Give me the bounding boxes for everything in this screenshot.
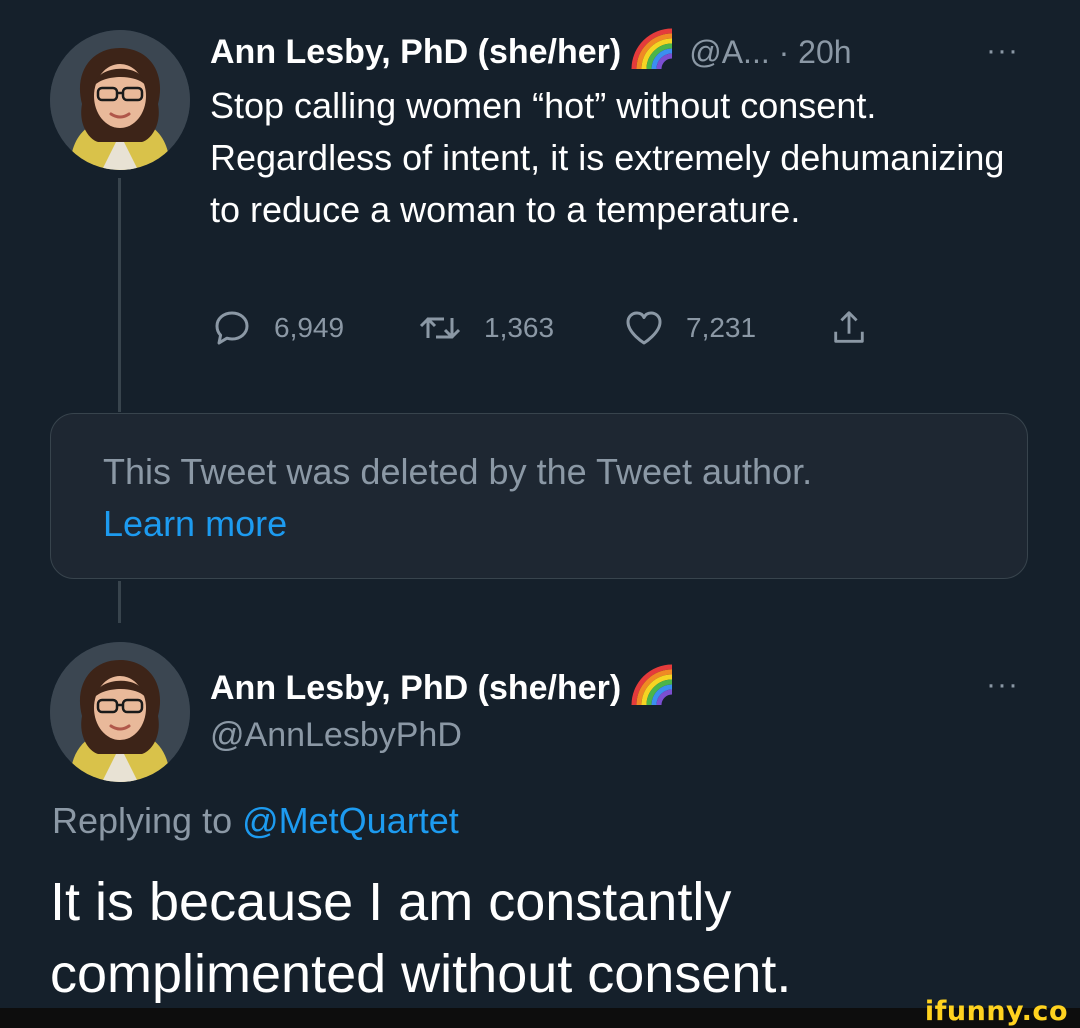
learn-more-link[interactable]: Learn more	[103, 498, 287, 550]
like-button[interactable]: 7,231	[624, 308, 830, 348]
avatar[interactable]	[50, 30, 190, 170]
deleted-notice-text: This Tweet was deleted by the Tweet auth…	[103, 451, 813, 492]
tweet-actions: 6,949 1,363 7,231	[212, 306, 890, 350]
replying-to-label: Replying to	[52, 800, 233, 841]
reply-button[interactable]: 6,949	[212, 308, 418, 348]
watermark-bar: ifunny.co	[0, 996, 1080, 1028]
thread-line-middle	[118, 581, 121, 623]
thread-line-top	[118, 178, 121, 412]
more-options-icon[interactable]: ···	[986, 668, 1019, 702]
tweet-header: Ann Lesby, PhD (she/her) @A... · 20h	[210, 28, 852, 76]
deleted-tweet-notice: This Tweet was deleted by the Tweet auth…	[50, 413, 1028, 579]
heart-icon	[626, 311, 662, 345]
replying-to-mention[interactable]: @MetQuartet	[242, 800, 459, 841]
share-icon	[834, 311, 864, 343]
tweet-header: Ann Lesby, PhD (she/her)	[210, 664, 675, 712]
avatar[interactable]	[50, 642, 190, 782]
handle-and-timestamp[interactable]: @A... · 20h	[689, 34, 851, 71]
author-name[interactable]: Ann Lesby, PhD (she/her)	[210, 669, 621, 708]
more-options-icon[interactable]: ···	[986, 34, 1019, 68]
reply-count: 6,949	[274, 312, 345, 343]
retweet-count: 1,363	[484, 312, 555, 343]
ifunny-watermark: ifunny.co	[924, 996, 1068, 1027]
retweet-button[interactable]: 1,363	[418, 308, 624, 348]
retweet-icon	[419, 317, 461, 339]
replying-to: Replying to @MetQuartet	[52, 800, 459, 842]
share-button[interactable]	[830, 308, 890, 348]
rainbow-emoji-icon	[631, 664, 675, 713]
rainbow-emoji-icon	[631, 28, 675, 77]
like-count: 7,231	[686, 312, 757, 343]
author-handle[interactable]: @AnnLesbyPhD	[210, 716, 462, 755]
reply-icon	[215, 311, 249, 345]
tweet-text: It is because I am constantly compliment…	[50, 872, 792, 1004]
author-name[interactable]: Ann Lesby, PhD (she/her)	[210, 33, 621, 72]
tweet-text: Stop calling women “hot” without consent…	[210, 85, 1005, 230]
